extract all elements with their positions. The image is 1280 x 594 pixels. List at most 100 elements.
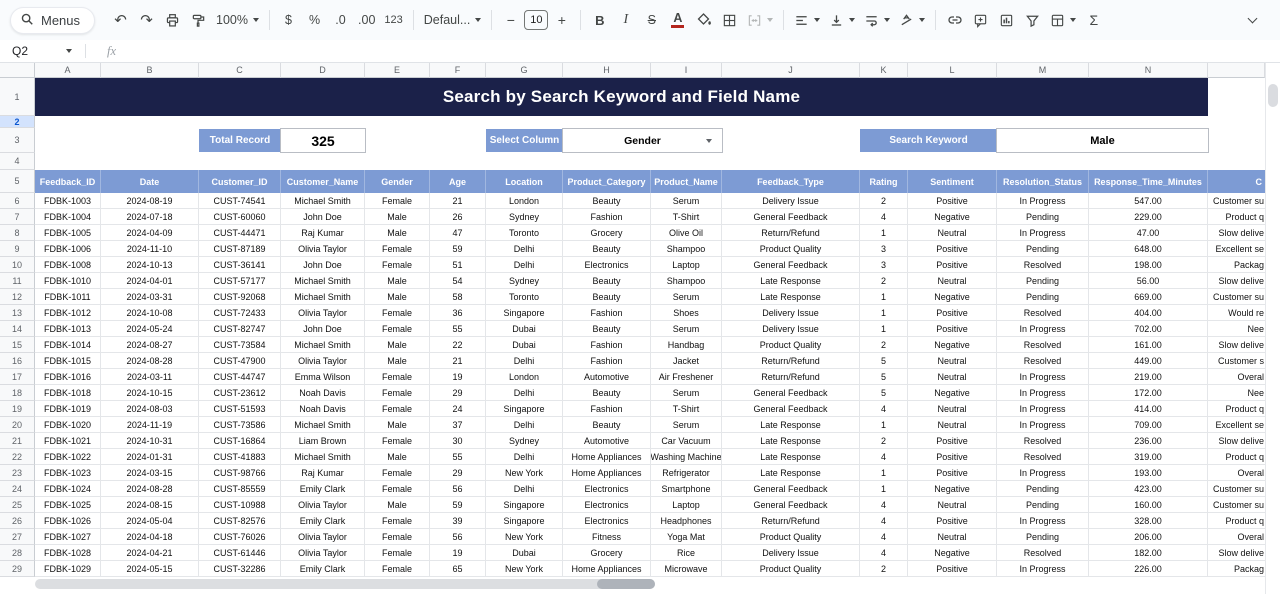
cell[interactable]: Air Freshener	[651, 369, 722, 385]
cell[interactable]: Nee	[1208, 321, 1265, 337]
cell[interactable]: Male	[365, 225, 430, 241]
table-header-cell[interactable]: Feedback_Type	[722, 170, 860, 193]
cell[interactable]: Jacket	[651, 353, 722, 369]
cell[interactable]: CUST-87189	[199, 241, 281, 257]
row-header-6[interactable]: 6	[0, 193, 35, 209]
format-percent-button[interactable]: %	[302, 7, 327, 33]
cell[interactable]: 19	[430, 369, 486, 385]
cell[interactable]: General Feedback	[722, 497, 860, 513]
insert-chart-button[interactable]	[994, 7, 1019, 33]
cell[interactable]: Michael Smith	[281, 417, 365, 433]
cell[interactable]: 319.00	[1089, 449, 1208, 465]
cell[interactable]: CUST-44747	[199, 369, 281, 385]
cell[interactable]: Dubai	[486, 545, 563, 561]
cell[interactable]: 1	[860, 321, 908, 337]
cell[interactable]: Slow delive	[1208, 225, 1265, 241]
row-header-28[interactable]: 28	[0, 545, 35, 561]
row-header-26[interactable]: 26	[0, 513, 35, 529]
cell[interactable]: New York	[486, 529, 563, 545]
cell[interactable]: FDBK-1015	[35, 353, 101, 369]
cell[interactable]: 22	[430, 337, 486, 353]
cell[interactable]: Late Response	[722, 273, 860, 289]
cell[interactable]: 328.00	[1089, 513, 1208, 529]
cell[interactable]: Automotive	[563, 369, 651, 385]
cell[interactable]: 26	[430, 209, 486, 225]
cell[interactable]: Raj Kumar	[281, 225, 365, 241]
cell[interactable]: Customer su	[1208, 497, 1265, 513]
row-header-13[interactable]: 13	[0, 305, 35, 321]
cell[interactable]: CUST-41883	[199, 449, 281, 465]
cell[interactable]: Beauty	[563, 193, 651, 209]
row-header-5[interactable]: 5	[0, 170, 35, 193]
cell[interactable]: CUST-51593	[199, 401, 281, 417]
cell[interactable]: 709.00	[1089, 417, 1208, 433]
cell[interactable]: Female	[365, 545, 430, 561]
cell[interactable]: Neutral	[908, 417, 997, 433]
cell[interactable]: Negative	[908, 289, 997, 305]
cell[interactable]: 65	[430, 561, 486, 577]
cell[interactable]: Negative	[908, 545, 997, 561]
column-header-partial[interactable]	[1208, 63, 1265, 78]
cell[interactable]: Emma Wilson	[281, 369, 365, 385]
cell[interactable]: London	[486, 193, 563, 209]
functions-button[interactable]: Σ	[1081, 7, 1106, 33]
cell[interactable]: Noah Davis	[281, 401, 365, 417]
cell[interactable]: Negative	[908, 209, 997, 225]
cell[interactable]: Michael Smith	[281, 337, 365, 353]
cell[interactable]: 59	[430, 241, 486, 257]
cell[interactable]: 702.00	[1089, 321, 1208, 337]
cell[interactable]: 2024-08-27	[101, 337, 199, 353]
cell[interactable]: Delhi	[486, 241, 563, 257]
cell[interactable]: Home Appliances	[563, 465, 651, 481]
cell[interactable]: Headphones	[651, 513, 722, 529]
cell[interactable]: Slow delive	[1208, 545, 1265, 561]
cell[interactable]: CUST-60060	[199, 209, 281, 225]
cell[interactable]: 4	[860, 545, 908, 561]
cell[interactable]: 182.00	[1089, 545, 1208, 561]
cell[interactable]: CUST-16864	[199, 433, 281, 449]
cell[interactable]: FDBK-1021	[35, 433, 101, 449]
row-header-18[interactable]: 18	[0, 385, 35, 401]
cell[interactable]: Return/Refund	[722, 513, 860, 529]
cell[interactable]: 236.00	[1089, 433, 1208, 449]
column-header-K[interactable]: K	[860, 63, 908, 78]
cell[interactable]: Delivery Issue	[722, 193, 860, 209]
row-header-29[interactable]: 29	[0, 561, 35, 577]
table-header-cell[interactable]: Feedback_ID	[35, 170, 101, 193]
cell[interactable]: Delhi	[486, 481, 563, 497]
cell[interactable]: 219.00	[1089, 369, 1208, 385]
cell[interactable]: Toronto	[486, 225, 563, 241]
cell[interactable]: General Feedback	[722, 209, 860, 225]
cell[interactable]: Shampoo	[651, 241, 722, 257]
select-all-corner[interactable]	[0, 63, 35, 78]
increase-font-size-button[interactable]: +	[549, 7, 574, 33]
cell[interactable]: 193.00	[1089, 465, 1208, 481]
cell[interactable]: Customer su	[1208, 289, 1265, 305]
table-header-cell[interactable]: Gender	[365, 170, 430, 193]
cell[interactable]: In Progress	[997, 193, 1089, 209]
cell[interactable]: Beauty	[563, 273, 651, 289]
cell[interactable]: Delivery Issue	[722, 321, 860, 337]
cell[interactable]: Neutral	[908, 497, 997, 513]
cell[interactable]: Pending	[997, 497, 1089, 513]
cell[interactable]: Male	[365, 417, 430, 433]
cell[interactable]: In Progress	[997, 225, 1089, 241]
cell[interactable]: General Feedback	[722, 401, 860, 417]
row-header-22[interactable]: 22	[0, 449, 35, 465]
cell[interactable]: Smartphone	[651, 481, 722, 497]
cell[interactable]: Product Quality	[722, 529, 860, 545]
cell[interactable]: Positive	[908, 257, 997, 273]
cell[interactable]: 47.00	[1089, 225, 1208, 241]
redo-button[interactable]: ↷	[134, 7, 159, 33]
increase-decimal-button[interactable]: .00	[354, 7, 379, 33]
cell[interactable]: Beauty	[563, 241, 651, 257]
cell[interactable]: Laptop	[651, 257, 722, 273]
cell[interactable]: 4	[860, 449, 908, 465]
menus-search-button[interactable]: Menus	[10, 7, 95, 34]
cell[interactable]: Female	[365, 561, 430, 577]
cell[interactable]: 4	[860, 513, 908, 529]
row-header-7[interactable]: 7	[0, 209, 35, 225]
cell[interactable]: CUST-82747	[199, 321, 281, 337]
cell[interactable]: Beauty	[563, 385, 651, 401]
cell[interactable]: FDBK-1024	[35, 481, 101, 497]
